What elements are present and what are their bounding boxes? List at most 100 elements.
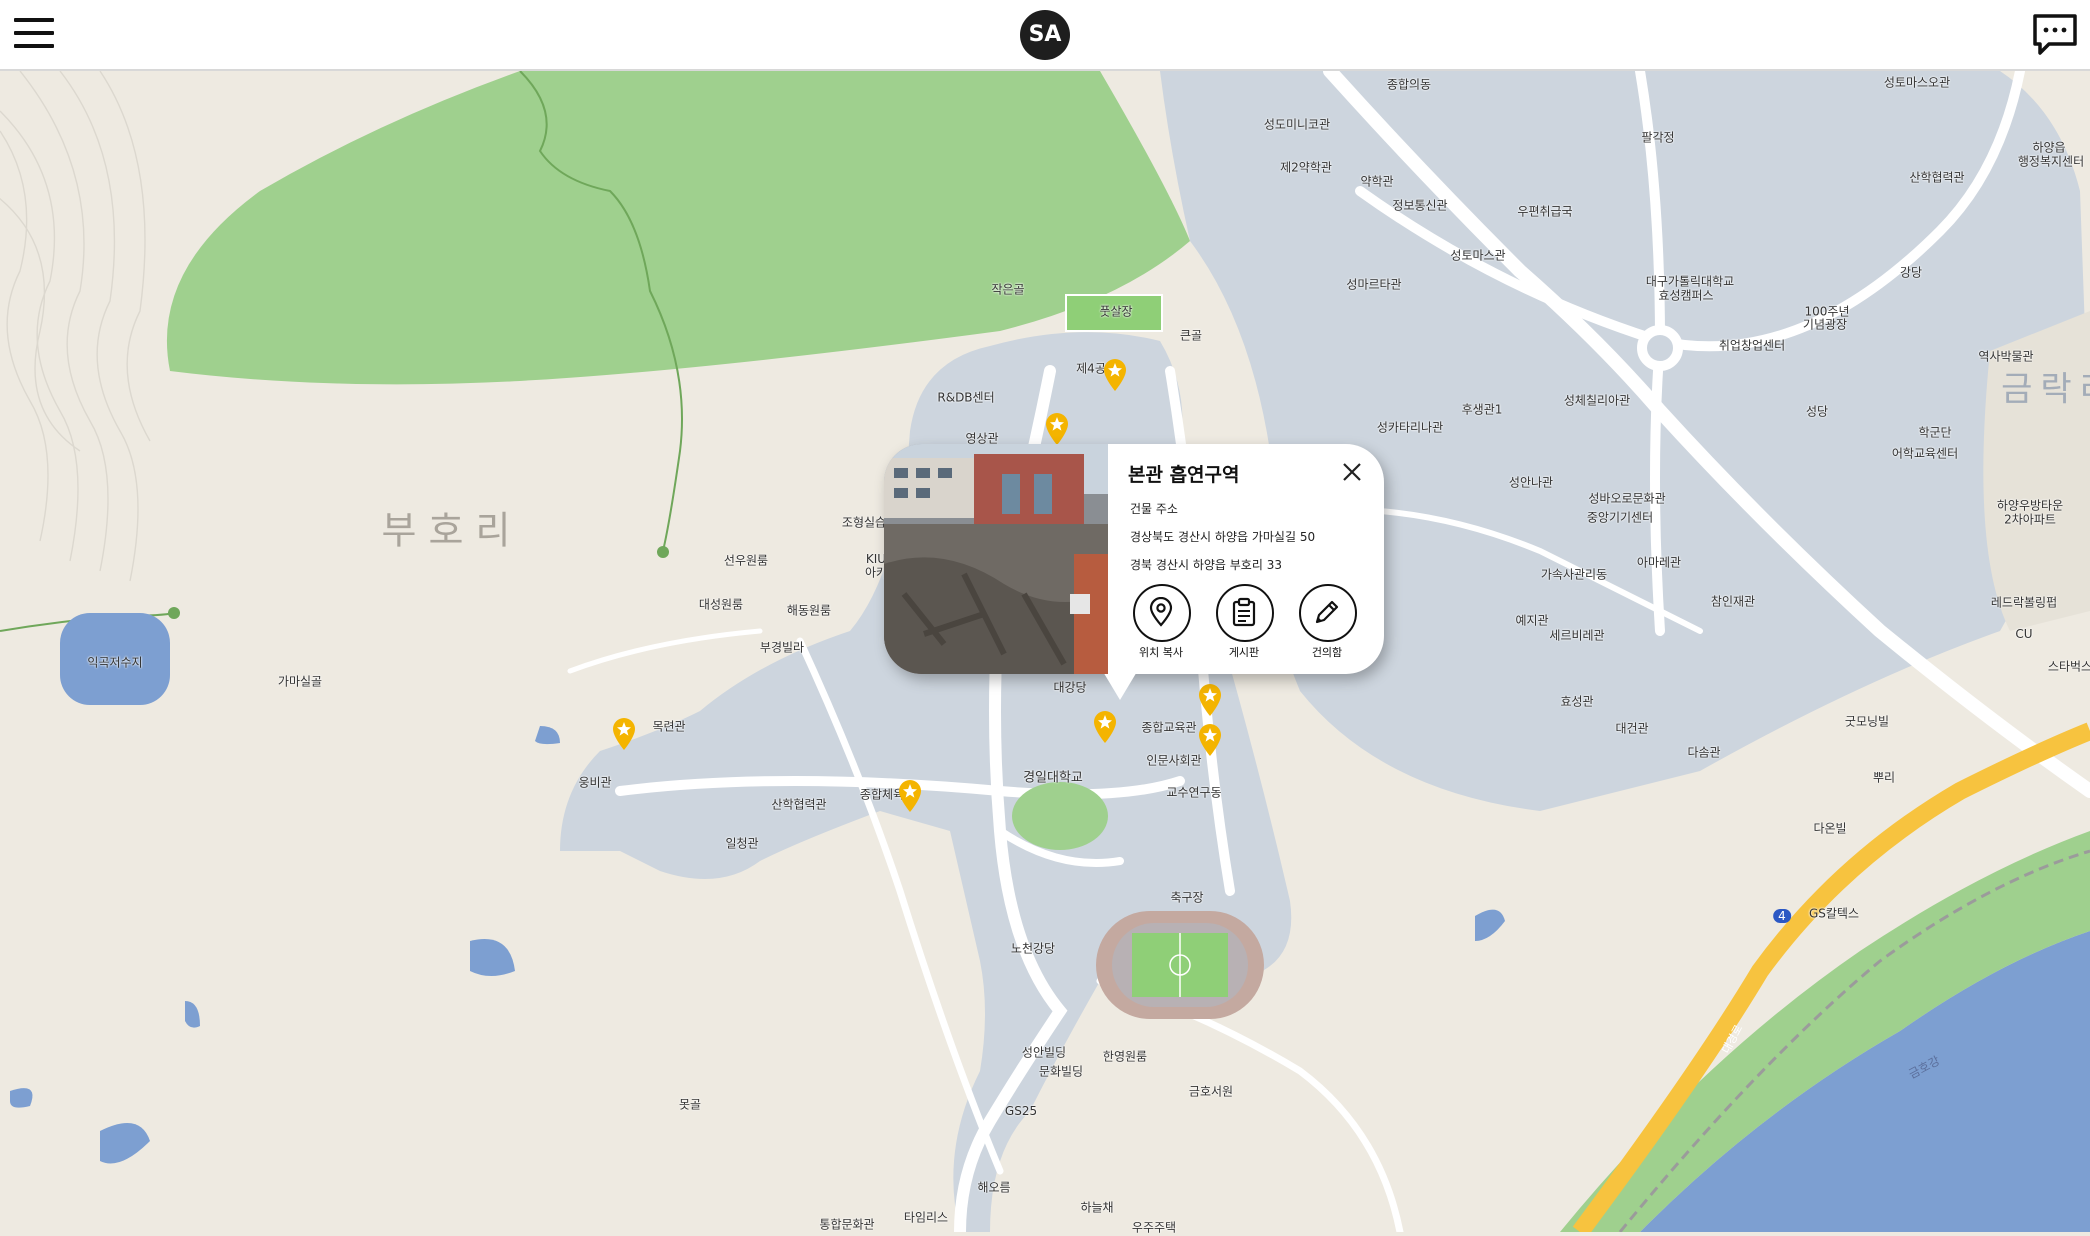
map-label[interactable]: 역사박물관	[1978, 348, 2033, 365]
copy-location-label: 위치 복사	[1139, 646, 1183, 659]
map-label[interactable]: 산학협력관	[771, 796, 826, 813]
map-label[interactable]: 못골	[679, 1096, 701, 1113]
map-label[interactable]: 익곡저수지	[87, 654, 142, 671]
map-label[interactable]: R&DB센터	[937, 389, 994, 406]
copy-location-button[interactable]	[1133, 584, 1191, 642]
map-label[interactable]: 종합의동	[1387, 76, 1431, 93]
map-label[interactable]: 우편취급국	[1517, 203, 1572, 220]
app-logo[interactable]: SA	[1020, 10, 1070, 60]
map-label[interactable]: 아마레관	[1637, 554, 1681, 571]
close-icon[interactable]	[1340, 460, 1364, 484]
location-popup: 본관 흡연구역 건물 주소 경상북도 경산시 하양읍 가마실길 50 경북 경산…	[884, 444, 1384, 700]
map-label[interactable]: 인문사회관	[1146, 752, 1201, 769]
map-label[interactable]: 가마실골	[278, 673, 322, 690]
map-label[interactable]: 풋살장	[1099, 303, 1132, 320]
map-label[interactable]: 해동원룸	[787, 602, 831, 619]
map-label[interactable]: 중앙기기센터	[1587, 509, 1653, 526]
board-button[interactable]	[1216, 584, 1274, 642]
map-label[interactable]: 일청관	[725, 835, 758, 852]
map-label[interactable]: 정보통신관	[1392, 197, 1447, 214]
smoking-zone-pin[interactable]	[1197, 723, 1223, 757]
popup-pointer	[1102, 670, 1138, 700]
map-label[interactable]: 어학교육센터	[1892, 445, 1958, 462]
map-label[interactable]: 하늘채	[1080, 1199, 1113, 1216]
smoking-zone-pin[interactable]	[1044, 412, 1070, 446]
map-label[interactable]: 후생관1	[1462, 401, 1503, 418]
map-label[interactable]: 금호서원	[1189, 1083, 1233, 1100]
map-label[interactable]: 팔각정	[1641, 129, 1674, 146]
map-label[interactable]: 가속사관리동	[1541, 566, 1607, 583]
area-name-label: 부호리	[381, 508, 523, 553]
map-label[interactable]: 목련관	[652, 718, 685, 735]
map-label[interactable]: 축구장	[1170, 889, 1203, 906]
map-label[interactable]: 다온빌	[1813, 820, 1846, 837]
map-label[interactable]: 통합문화관	[819, 1216, 874, 1233]
map-label[interactable]: GS25	[1005, 1104, 1037, 1118]
map-label[interactable]: 약학관	[1360, 173, 1393, 190]
map-label[interactable]: 다솜관	[1687, 744, 1720, 761]
map-label[interactable]: 산학협력관	[1909, 169, 1964, 186]
map-label[interactable]: 제2약학관	[1280, 159, 1332, 176]
map-label[interactable]: 웅비관	[578, 774, 611, 791]
map-label[interactable]: 한영원룸	[1103, 1048, 1147, 1065]
map-label[interactable]: 해오름	[977, 1179, 1010, 1196]
smoking-zone-pin[interactable]	[1102, 358, 1128, 392]
map-label[interactable]: 행정복지센터	[2018, 153, 2084, 170]
map-label[interactable]: 레드락볼링펍	[1991, 594, 2057, 611]
map-label[interactable]: 성도미니코관	[1264, 116, 1330, 133]
chat-button[interactable]	[2032, 13, 2078, 57]
map-label[interactable]: 대강당	[1053, 679, 1086, 696]
suggestion-box-button[interactable]	[1299, 584, 1357, 642]
map-label[interactable]: 참인재관	[1711, 593, 1755, 610]
lot-address: 경북 경산시 하양읍 부호리 33	[1130, 558, 1282, 572]
map-label[interactable]: 기념광장	[1803, 316, 1847, 333]
map-label[interactable]: 뿌리	[1873, 769, 1895, 786]
map-label[interactable]: 타임리스	[904, 1209, 948, 1226]
map-label[interactable]: 경일대학교	[1023, 767, 1083, 786]
map-label[interactable]: 성토마스관	[1450, 247, 1505, 264]
road-address: 경상북도 경산시 하양읍 가마실길 50	[1130, 530, 1316, 544]
map-label[interactable]: 성안나관	[1509, 474, 1553, 491]
map-label[interactable]: 효성캠퍼스	[1658, 287, 1713, 304]
map-label[interactable]: GS칼텍스	[1809, 905, 1859, 922]
map-label[interactable]: 작은골	[991, 281, 1024, 298]
map-label[interactable]: 취업창업센터	[1719, 337, 1785, 354]
menu-button[interactable]	[14, 18, 54, 50]
map-label[interactable]: 예지관	[1515, 612, 1548, 629]
map-label[interactable]: 성토마스오관	[1884, 74, 1950, 91]
map-view[interactable]: 부호리 금락리 금호강 대경로 4 종합의동 성도미니코관 제2약학관 약학관 …	[0, 71, 2090, 1235]
map-label[interactable]: CU	[2015, 627, 2032, 641]
map-label[interactable]: 성안빌딩	[1022, 1044, 1066, 1061]
smoking-zone-pin[interactable]	[897, 779, 923, 813]
map-label[interactable]: 학군단	[1918, 424, 1951, 441]
location-pin-icon	[1149, 597, 1173, 627]
map-label[interactable]: 굿모닝빌	[1845, 713, 1889, 730]
smoking-zone-pin[interactable]	[611, 717, 637, 751]
smoking-zone-pin-selected[interactable]	[1092, 710, 1118, 744]
chat-bubble-icon	[2033, 14, 2077, 55]
map-label[interactable]: 세르비레관	[1549, 627, 1604, 644]
map-label[interactable]: 성당	[1806, 403, 1828, 420]
map-label[interactable]: 성바오로문화관	[1588, 490, 1665, 507]
map-label[interactable]: 큰골	[1180, 327, 1202, 344]
map-label[interactable]: 성체칠리아관	[1564, 392, 1630, 409]
map-label[interactable]: 종합교육관	[1141, 719, 1196, 736]
map-label[interactable]: 효성관	[1560, 693, 1593, 710]
map-label[interactable]: 대성원룸	[699, 596, 743, 613]
map-label[interactable]: 노천강당	[1011, 940, 1055, 957]
smoking-zone-pin[interactable]	[1197, 683, 1223, 717]
map-label[interactable]: 교수연구동	[1166, 784, 1221, 801]
map-label[interactable]: 대건관	[1615, 720, 1648, 737]
map-label[interactable]: 문화빌딩	[1039, 1063, 1083, 1080]
map-label[interactable]: 우주주택	[1132, 1219, 1176, 1236]
map-label[interactable]: 스타벅스	[2048, 658, 2090, 675]
map-label[interactable]: 부경빌라	[760, 639, 804, 656]
map-label[interactable]: 2차아파트	[2004, 511, 2056, 528]
map-label[interactable]: 성마르타관	[1346, 276, 1401, 293]
suggestion-box-label: 건의함	[1311, 646, 1343, 659]
map-label[interactable]: 성카타리나관	[1377, 419, 1443, 436]
map-label[interactable]: 선우원룸	[724, 552, 768, 569]
map-label[interactable]: 조형실습	[842, 514, 886, 531]
stadium	[1096, 911, 1264, 1019]
map-label[interactable]: 강당	[1900, 264, 1922, 281]
